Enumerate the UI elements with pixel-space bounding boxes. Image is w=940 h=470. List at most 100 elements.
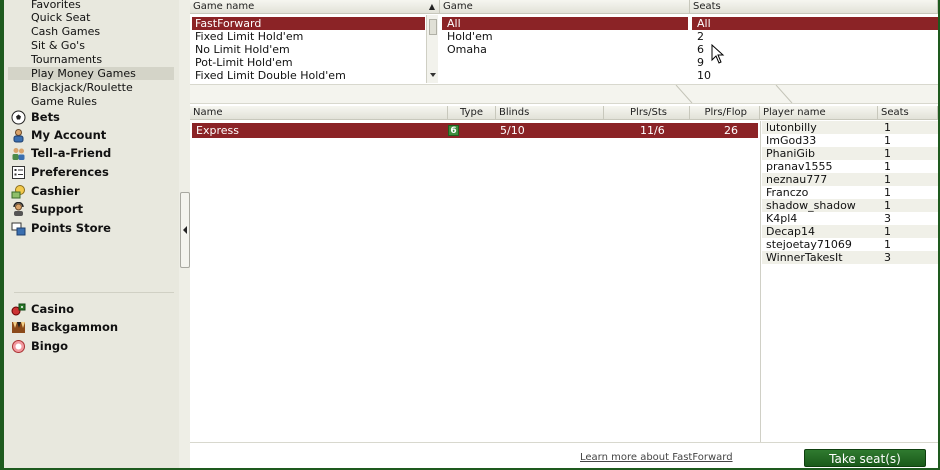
- sidebar-item-support[interactable]: Support: [8, 200, 174, 218]
- sidebar-item-casino[interactable]: Casino: [8, 300, 174, 318]
- table-plrs-flop-cell: 26: [724, 124, 738, 137]
- player-seats-cell: 3: [884, 212, 891, 225]
- sidebar-collapse-handle[interactable]: [180, 192, 190, 268]
- players-list: lutonbilly 1 ImGod33 1 PhaniGib 1 pranav1555 1 n…: [762, 121, 938, 265]
- list-item-label: FastForward: [195, 17, 262, 30]
- sidebar-item-game-rules[interactable]: Game Rules: [8, 95, 174, 108]
- player-seats-cell: 1: [884, 121, 891, 134]
- player-name-cell: Decap14: [766, 225, 816, 238]
- sidebar-item-label: Backgammon: [31, 320, 119, 334]
- header-label: Seats: [693, 1, 721, 12]
- lobby-main: Game name ▲ Game Seats FastForward Fixed…: [190, 0, 938, 468]
- list-item[interactable]: Fixed Limit Double Hold'em: [192, 69, 425, 82]
- sidebar-item-cash-games[interactable]: Cash Games: [8, 25, 174, 38]
- checklist-icon: [11, 165, 26, 180]
- scroll-down-icon[interactable]: [430, 73, 436, 77]
- list-item-label: Fixed Limit Hold'em: [195, 30, 304, 43]
- column-header-game[interactable]: Game: [440, 0, 690, 14]
- table-type-cell: 6: [448, 124, 459, 137]
- sidebar-item-tell-a-friend[interactable]: Tell-a-Friend: [8, 144, 174, 162]
- list-item[interactable]: All: [442, 17, 688, 30]
- sidebar-item-cashier[interactable]: Cashier: [8, 182, 174, 200]
- sidebar-item-tournaments[interactable]: Tournaments: [8, 53, 174, 66]
- learn-more-link[interactable]: Learn more about FastForward: [580, 452, 733, 463]
- take-seat-button[interactable]: Take seat(s): [804, 449, 926, 467]
- header-label: Type: [460, 107, 483, 118]
- sidebar-item-preferences[interactable]: Preferences: [8, 163, 174, 181]
- list-item[interactable]: Hold'em: [442, 30, 688, 43]
- casino-icon: [11, 302, 26, 317]
- sidebar-item-bets[interactable]: Bets: [8, 108, 174, 126]
- column-header-player-name[interactable]: Player name: [760, 106, 878, 120]
- sidebar-item-points-store[interactable]: Points Store: [8, 219, 174, 237]
- list-item[interactable]: shadow_shadow 1: [762, 199, 938, 212]
- column-header-type[interactable]: Type: [448, 106, 496, 120]
- sidebar-item-blackjack-roulette[interactable]: Blackjack/Roulette: [8, 81, 174, 94]
- column-header-seats[interactable]: Seats: [690, 0, 938, 14]
- list-item[interactable]: FastForward: [192, 17, 425, 30]
- player-seats-cell: 1: [884, 186, 891, 199]
- column-header-plrs-sts[interactable]: Plrs/Sts: [604, 106, 690, 120]
- list-item[interactable]: Omaha: [442, 43, 688, 56]
- list-item[interactable]: 9: [692, 56, 938, 69]
- soccer-ball-icon: [11, 110, 26, 125]
- sidebar-item-label: Preferences: [31, 165, 109, 179]
- sidebar-item-label: My Account: [31, 128, 107, 142]
- sidebar-item-play-money-games[interactable]: Play Money Games: [8, 67, 174, 80]
- list-item[interactable]: neznau777 1: [762, 173, 938, 186]
- list-item-label: 10: [697, 69, 711, 82]
- list-item[interactable]: 2: [692, 30, 938, 43]
- sidebar-item-label: Tournaments: [31, 53, 103, 66]
- sidebar-item-label: Support: [31, 202, 84, 216]
- list-item-label: Pot-Limit Hold'em: [195, 56, 293, 69]
- list-item[interactable]: 10: [692, 69, 938, 82]
- sidebar-item-sit-and-gos[interactable]: Sit & Go's: [8, 39, 174, 52]
- column-header-name[interactable]: Name: [190, 106, 448, 120]
- sidebar-item-label: Cash Games: [31, 25, 101, 38]
- list-item[interactable]: stejoetay71069 1: [762, 238, 938, 251]
- sidebar-separator: [14, 292, 174, 293]
- list-item[interactable]: Decap14 1: [762, 225, 938, 238]
- sidebar-item-bingo[interactable]: Bingo: [8, 337, 174, 355]
- list-item-label: 6: [697, 43, 704, 56]
- list-item[interactable]: All: [692, 17, 938, 30]
- table-plrs-sts-cell: 11/6: [640, 124, 665, 137]
- list-item[interactable]: Fixed Limit Hold'em: [192, 30, 425, 43]
- sidebar-item-my-account[interactable]: My Account: [8, 126, 174, 144]
- list-item[interactable]: pranav1555 1: [762, 160, 938, 173]
- list-item[interactable]: lutonbilly 1: [762, 121, 938, 134]
- scrollbar-thumb[interactable]: [429, 19, 437, 35]
- list-item[interactable]: No Limit Hold'em: [192, 43, 425, 56]
- sidebar-item-backgammon[interactable]: Backgammon: [8, 318, 174, 336]
- list-item-label: 2: [697, 30, 704, 43]
- player-name-cell: lutonbilly: [766, 121, 817, 134]
- list-item[interactable]: WinnerTakesIt 3: [762, 251, 938, 264]
- column-header-game-name[interactable]: Game name ▲: [190, 0, 440, 14]
- player-seats-cell: 1: [884, 147, 891, 160]
- sidebar-item-favorites[interactable]: Favorites: [8, 0, 174, 11]
- list-item[interactable]: PhaniGib 1: [762, 147, 938, 160]
- player-name-cell: stejoetay71069: [766, 238, 852, 251]
- column-header-player-seats[interactable]: Seats: [878, 106, 938, 120]
- player-name-cell: WinnerTakesIt: [766, 251, 843, 264]
- list-item[interactable]: Pot-Limit Hold'em: [192, 56, 425, 69]
- player-name-cell: ImGod33: [766, 134, 817, 147]
- list-item[interactable]: 6: [692, 43, 938, 56]
- game-name-scrollbar[interactable]: [426, 15, 438, 83]
- sidebar-item-label: Quick Seat: [31, 11, 91, 24]
- header-label: Name: [193, 107, 223, 118]
- list-item-label: Hold'em: [447, 30, 493, 43]
- list-item[interactable]: K4pl4 3: [762, 212, 938, 225]
- sidebar-item-quick-seat[interactable]: Quick Seat: [8, 11, 174, 24]
- player-seats-cell: 1: [884, 238, 891, 251]
- sidebar-item-label: Favorites: [31, 0, 81, 11]
- list-item[interactable]: Franczo 1: [762, 186, 938, 199]
- player-seats-cell: 3: [884, 251, 891, 264]
- table-row[interactable]: Express 6 5/10 11/6 26: [192, 123, 758, 138]
- list-item[interactable]: ImGod33 1: [762, 134, 938, 147]
- sidebar-item-label: Tell-a-Friend: [31, 146, 112, 160]
- sidebar-item-label: Bets: [31, 110, 60, 124]
- column-header-plrs-flop[interactable]: Plrs/Flop: [690, 106, 760, 120]
- column-header-blinds[interactable]: Blinds: [496, 106, 604, 120]
- points-store-icon: [11, 221, 26, 236]
